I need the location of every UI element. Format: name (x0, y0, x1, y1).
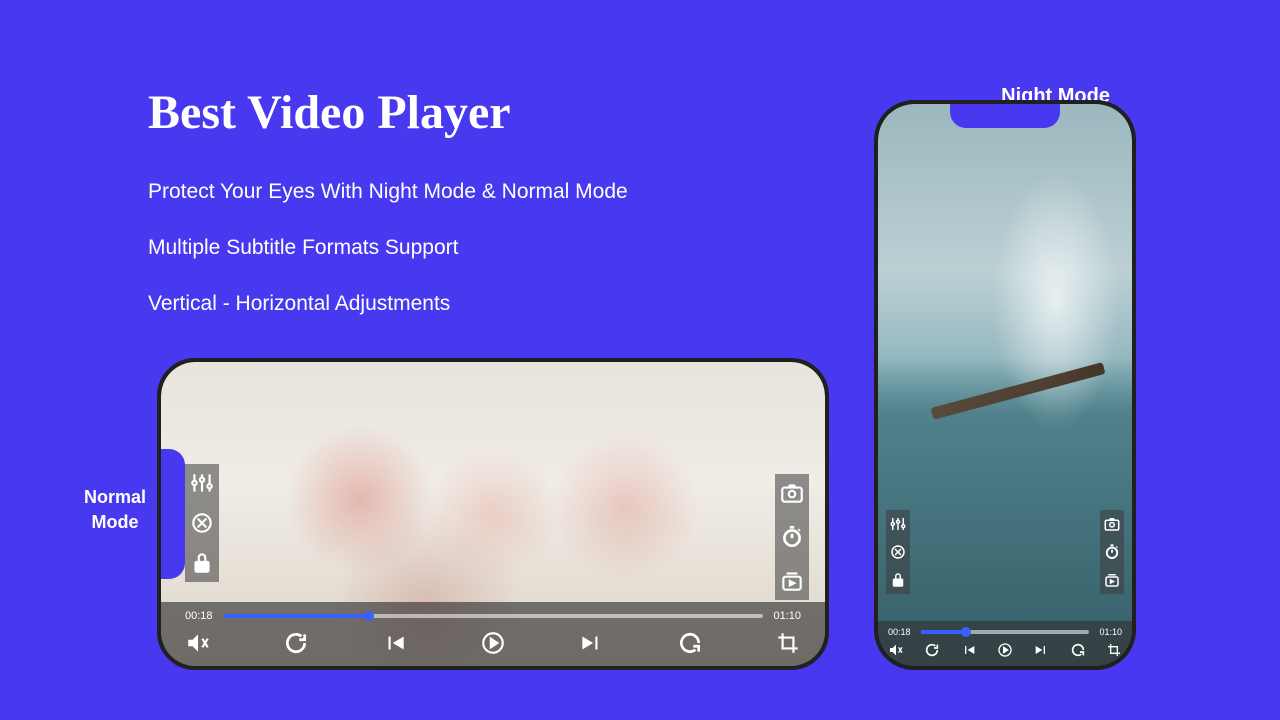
phone-portrait: 00:18 01:10 (874, 100, 1136, 670)
crop-icon[interactable] (775, 630, 801, 656)
controls-row (185, 630, 801, 656)
lock-icon[interactable] (889, 571, 907, 589)
phone-landscape: 00:18 01:10 (157, 358, 829, 670)
normal-mode-label: Normal Mode (84, 485, 146, 535)
current-time: 00:18 (185, 610, 213, 622)
mute-icon[interactable] (185, 630, 211, 656)
camera-icon[interactable] (779, 480, 805, 506)
feature-item: Multiple Subtitle Formats Support (148, 236, 628, 260)
page-title: Best Video Player (148, 85, 511, 140)
phone-notch (950, 104, 1060, 128)
timer-icon[interactable] (779, 524, 805, 550)
player-controls: 00:18 01:10 (161, 602, 825, 666)
seek-bar[interactable] (223, 614, 764, 618)
right-tools (775, 474, 809, 600)
progress-row: 00:18 01:10 (185, 610, 801, 622)
left-tools (185, 464, 219, 582)
total-time: 01:10 (1099, 627, 1122, 637)
equalizer-icon[interactable] (189, 470, 215, 496)
previous-icon[interactable] (382, 630, 408, 656)
play-icon[interactable] (480, 630, 506, 656)
rotate-icon[interactable] (889, 543, 907, 561)
forward-icon[interactable] (1070, 642, 1086, 658)
current-time: 00:18 (888, 627, 911, 637)
seek-bar[interactable] (921, 630, 1090, 634)
feature-item: Protect Your Eyes With Night Mode & Norm… (148, 180, 628, 204)
video-frame[interactable]: 00:18 01:10 (878, 104, 1132, 666)
forward-icon[interactable] (677, 630, 703, 656)
playlist-icon[interactable] (1103, 571, 1121, 589)
progress-row: 00:18 01:10 (888, 627, 1122, 637)
play-icon[interactable] (997, 642, 1013, 658)
equalizer-icon[interactable] (889, 515, 907, 533)
phone-notch (161, 449, 185, 579)
total-time: 01:10 (773, 610, 801, 622)
playlist-icon[interactable] (779, 568, 805, 594)
rewind-icon[interactable] (924, 642, 940, 658)
controls-row (888, 642, 1122, 658)
timer-icon[interactable] (1103, 543, 1121, 561)
rotate-icon[interactable] (189, 510, 215, 536)
next-icon[interactable] (1033, 642, 1049, 658)
lock-icon[interactable] (189, 550, 215, 576)
right-tools (1100, 510, 1124, 594)
rewind-icon[interactable] (283, 630, 309, 656)
feature-item: Vertical - Horizontal Adjustments (148, 292, 628, 316)
left-tools (886, 510, 910, 594)
video-frame[interactable]: 00:18 01:10 (161, 362, 825, 666)
next-icon[interactable] (578, 630, 604, 656)
mute-icon[interactable] (888, 642, 904, 658)
camera-icon[interactable] (1103, 515, 1121, 533)
crop-icon[interactable] (1106, 642, 1122, 658)
previous-icon[interactable] (961, 642, 977, 658)
feature-list: Protect Your Eyes With Night Mode & Norm… (148, 180, 628, 348)
player-controls: 00:18 01:10 (878, 621, 1132, 666)
